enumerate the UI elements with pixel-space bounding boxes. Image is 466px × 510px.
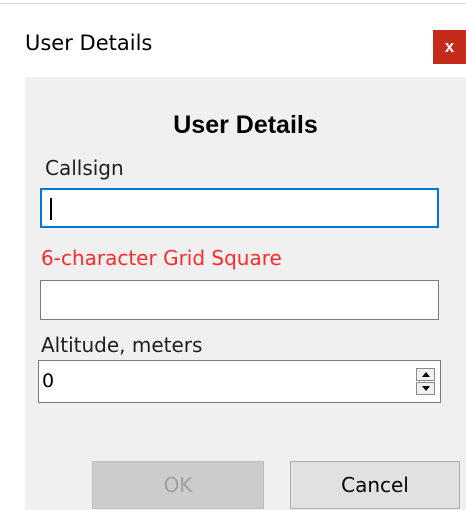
close-button[interactable]: x <box>433 30 466 64</box>
decrement-button[interactable] <box>416 382 435 395</box>
altitude-label: Altitude, meters <box>41 333 203 357</box>
text-caret <box>50 198 52 220</box>
callsign-label: Callsign <box>45 156 124 180</box>
top-divider <box>0 3 466 4</box>
grid-square-label: 6-character Grid Square <box>41 246 282 270</box>
altitude-stepper[interactable]: 0 <box>38 360 441 403</box>
ok-button[interactable]: OK <box>92 461 264 509</box>
form-heading: User Details <box>173 111 318 139</box>
arrow-down-icon <box>422 386 430 391</box>
altitude-value[interactable]: 0 <box>42 370 54 392</box>
close-icon: x <box>444 37 455 56</box>
user-details-dialog: User Details x User Details Callsign 6-c… <box>0 5 466 510</box>
spin-buttons <box>416 368 435 395</box>
dialog-body: User Details Callsign 6-character Grid S… <box>25 77 466 510</box>
title-bar: User Details x <box>0 5 466 77</box>
cancel-button[interactable]: Cancel <box>290 461 460 509</box>
callsign-input[interactable] <box>40 188 439 228</box>
increment-button[interactable] <box>416 368 435 381</box>
grid-square-input[interactable] <box>40 280 439 320</box>
arrow-up-icon <box>422 372 430 377</box>
window-title: User Details <box>25 31 153 55</box>
